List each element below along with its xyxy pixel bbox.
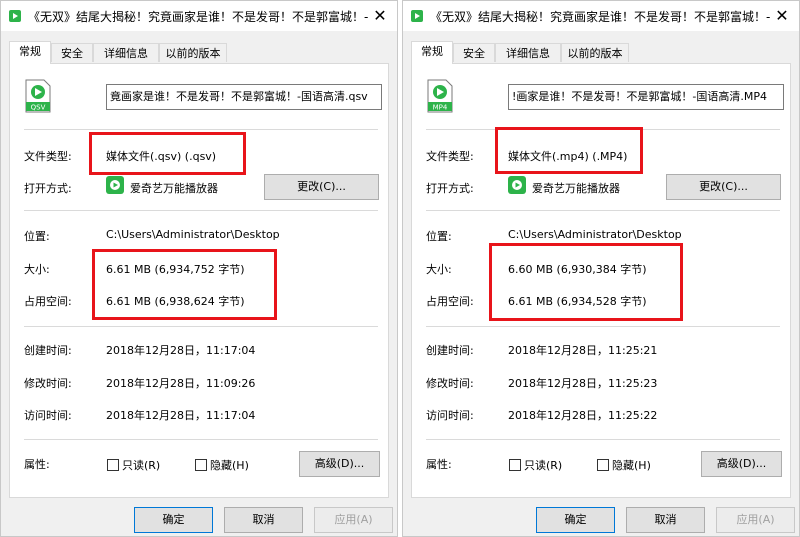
close-icon[interactable]: ✕ (765, 1, 799, 31)
divider (24, 326, 378, 327)
size-label: 大小: (24, 263, 50, 276)
properties-window-qsv: 《无双》结尾大揭秘！究竟画家是谁！不是发哥！不是郭富城！- ✕ 常规 安全 详细… (0, 0, 398, 537)
readonly-label[interactable]: 只读(R) (524, 457, 562, 473)
divider (426, 326, 780, 327)
change-button[interactable]: 更改(C)... (666, 174, 781, 200)
divider (426, 439, 780, 440)
media-file-icon: QSV (25, 79, 51, 113)
hidden-label[interactable]: 隐藏(H) (612, 457, 651, 473)
hidden-checkbox[interactable] (597, 459, 609, 471)
window-title: 《无双》结尾大揭秘！究竟画家是谁！不是发哥！不是郭富城！- (28, 10, 369, 24)
location-label: 位置: (426, 230, 452, 243)
location-value: C:\Users\Administrator\Desktop (106, 228, 280, 241)
advanced-button[interactable]: 高级(D)... (299, 451, 380, 477)
tab-details[interactable]: 详细信息 (495, 43, 561, 62)
open-with-value: 爱奇艺万能播放器 (532, 182, 620, 195)
filename-field[interactable]: !画家是谁！不是发哥！不是郭富城！-国语高清.MP4 (508, 84, 784, 110)
cancel-button[interactable]: 取消 (224, 507, 303, 533)
tab-general[interactable]: 常规 (411, 41, 453, 64)
icon-ext-label: MP4 (433, 104, 448, 112)
ok-button[interactable]: 确定 (134, 507, 213, 533)
hidden-checkbox[interactable] (195, 459, 207, 471)
iqiyi-player-icon (106, 176, 124, 194)
divider (24, 439, 378, 440)
close-icon[interactable]: ✕ (363, 1, 397, 31)
created-value: 2018年12月28日，11:25:21 (508, 344, 658, 357)
highlight-box-size (489, 243, 683, 321)
accessed-label: 访问时间: (24, 409, 72, 422)
location-value: C:\Users\Administrator\Desktop (508, 228, 682, 241)
highlight-box-size (92, 249, 277, 320)
size-label: 大小: (426, 263, 452, 276)
created-label: 创建时间: (426, 344, 474, 357)
divider (24, 129, 378, 130)
size-on-disk-label: 占用空间: (24, 295, 72, 308)
ok-button[interactable]: 确定 (536, 507, 615, 533)
tab-previous-versions[interactable]: 以前的版本 (159, 43, 227, 62)
modified-value: 2018年12月28日，11:09:26 (106, 377, 256, 390)
readonly-checkbox[interactable] (107, 459, 119, 471)
readonly-checkbox[interactable] (509, 459, 521, 471)
title-bar: 《无双》结尾大揭秘！究竟画家是谁！不是发哥！不是郭富城！- ✕ (1, 1, 397, 31)
file-app-icon (411, 10, 423, 22)
attributes-label: 属性: (24, 458, 50, 471)
icon-ext-label: QSV (31, 104, 46, 112)
file-app-icon (9, 10, 21, 22)
created-value: 2018年12月28日，11:17:04 (106, 344, 256, 357)
modified-label: 修改时间: (426, 377, 474, 390)
cancel-button[interactable]: 取消 (626, 507, 705, 533)
apply-button[interactable]: 应用(A) (314, 507, 393, 533)
created-label: 创建时间: (24, 344, 72, 357)
title-bar: 《无双》结尾大揭秘！究竟画家是谁！不是发哥！不是郭富城！- ✕ (403, 1, 799, 31)
file-type-label: 文件类型: (24, 150, 72, 163)
divider (24, 210, 378, 211)
readonly-label[interactable]: 只读(R) (122, 457, 160, 473)
advanced-button[interactable]: 高级(D)... (701, 451, 782, 477)
attributes-label: 属性: (426, 458, 452, 471)
highlight-box-file-type (495, 127, 643, 174)
open-with-value: 爱奇艺万能播放器 (130, 182, 218, 195)
filename-field[interactable]: 竟画家是谁！不是发哥！不是郭富城！-国语高清.qsv (106, 84, 382, 110)
tab-previous-versions[interactable]: 以前的版本 (561, 43, 629, 62)
accessed-label: 访问时间: (426, 409, 474, 422)
change-button[interactable]: 更改(C)... (264, 174, 379, 200)
window-title: 《无双》结尾大揭秘！究竟画家是谁！不是发哥！不是郭富城！- (430, 10, 771, 24)
modified-label: 修改时间: (24, 377, 72, 390)
modified-value: 2018年12月28日，11:25:23 (508, 377, 658, 390)
accessed-value: 2018年12月28日，11:25:22 (508, 409, 658, 422)
tab-general[interactable]: 常规 (9, 41, 51, 64)
media-file-icon: MP4 (427, 79, 453, 113)
properties-window-mp4: 《无双》结尾大揭秘！究竟画家是谁！不是发哥！不是郭富城！- ✕ 常规 安全 详细… (402, 0, 800, 537)
tab-security[interactable]: 安全 (453, 43, 495, 62)
file-type-label: 文件类型: (426, 150, 474, 163)
hidden-label[interactable]: 隐藏(H) (210, 457, 249, 473)
highlight-box-file-type (89, 132, 246, 175)
accessed-value: 2018年12月28日，11:17:04 (106, 409, 256, 422)
tab-details[interactable]: 详细信息 (93, 43, 159, 62)
open-with-label: 打开方式: (24, 182, 72, 195)
divider (426, 210, 780, 211)
size-on-disk-label: 占用空间: (426, 295, 474, 308)
apply-button[interactable]: 应用(A) (716, 507, 795, 533)
location-label: 位置: (24, 230, 50, 243)
iqiyi-player-icon (508, 176, 526, 194)
open-with-label: 打开方式: (426, 182, 474, 195)
tab-security[interactable]: 安全 (51, 43, 93, 62)
